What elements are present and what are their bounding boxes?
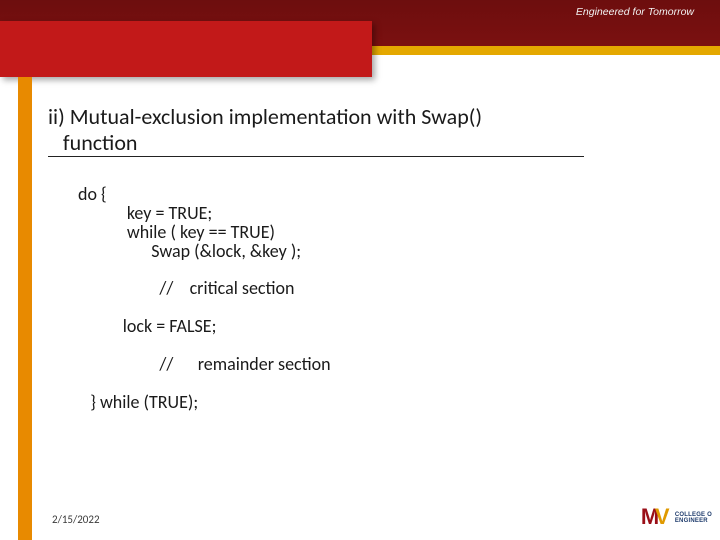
footer-date: 2/15/2022 — [52, 513, 100, 526]
code-line: Swap (&lock, &key ); — [78, 240, 301, 262]
red-tab — [0, 21, 372, 77]
code-line: } while (TRUE); — [78, 391, 198, 413]
title-line-2: function — [63, 129, 138, 156]
title-line-1: ii) Mutual-exclusion implementation with… — [48, 103, 482, 130]
college-logo: M V COLLEGE O ENGINEER — [641, 506, 712, 530]
code-line: lock = FALSE; — [78, 315, 216, 337]
slide-title: ii) Mutual-exclusion implementation with… — [48, 104, 680, 156]
title-underline — [48, 156, 584, 157]
logo-text: COLLEGE O ENGINEER — [675, 512, 712, 525]
logo-text-bottom: ENGINEER — [675, 518, 708, 524]
logo-mark: M V — [641, 506, 671, 530]
logo-text-top: COLLEGE O — [675, 512, 712, 518]
code-line: // remainder section — [78, 353, 331, 375]
code-block: do { key = TRUE; while ( key == TRUE) Sw… — [78, 166, 660, 412]
code-line: // critical section — [78, 277, 294, 299]
orange-side-strip — [18, 77, 32, 540]
logo-v-icon: V — [655, 506, 670, 528]
tagline-text: Engineered for Tomorrow — [576, 6, 694, 18]
